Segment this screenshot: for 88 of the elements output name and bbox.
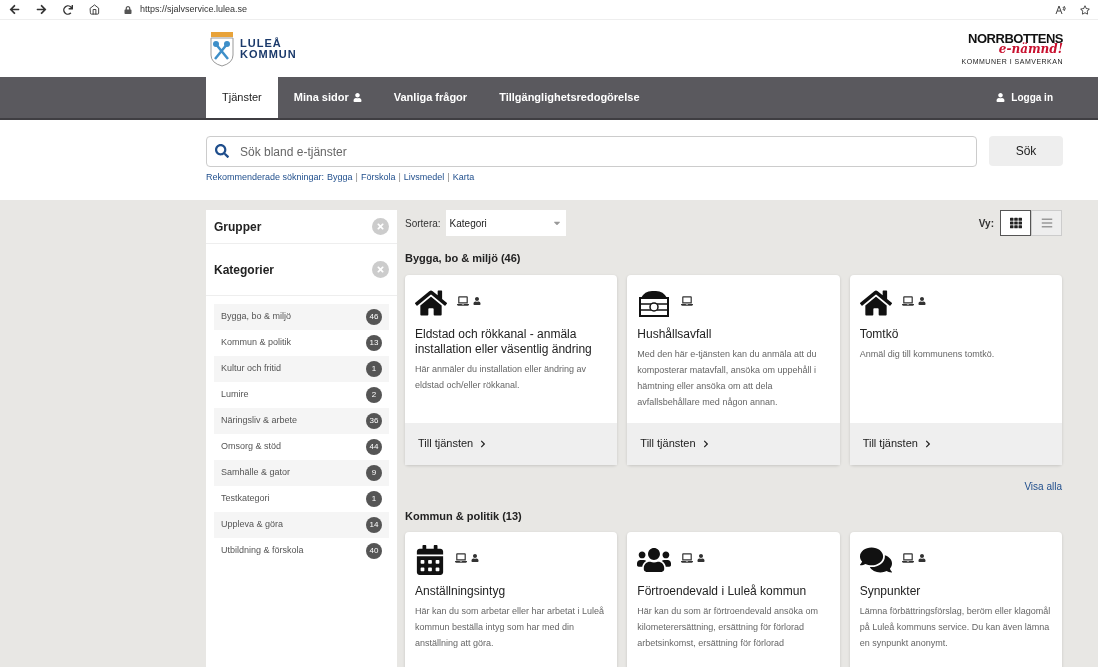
count-badge: 40 [366,543,382,559]
forward-icon[interactable] [36,4,47,15]
card-description: Här kan du som arbetar eller har arbetat i Luleå kommun beställa intyg som har med din anställning att göra. [415,605,606,650]
count-badge: 9 [366,465,382,481]
section-heading: Kommun & politik (13) [405,508,523,524]
count-badge: 44 [366,439,382,455]
card-title: Hushållsavfall [637,326,713,342]
recommended-link[interactable]: Livsmedel [403,171,445,185]
chevron-right-icon [479,439,488,448]
view-toggle[interactable] [1000,210,1031,236]
card-description: Anmäl dig till kommunens tomtkö. [859,347,996,361]
logo-text: LULEÅ [240,37,283,49]
nav-tab[interactable]: Tillgänglighetsredogörelse [483,77,656,118]
partner-logo-subtitle: e-nämnd! [998,43,1063,55]
service-card[interactable]: Synpunkter Lämna förbättringsförslag, beröm eller klagomål på Luleå kommuns service. Du kan även lämna en synpunkt anonymt. [849,532,1062,667]
count-badge: 13 [366,335,382,351]
count-badge: 46 [366,309,382,325]
chevron-right-icon [701,439,710,448]
view-label: Vy: [978,216,994,231]
card-title: Synpunkter [859,584,922,599]
back-icon[interactable] [9,4,20,15]
category-item[interactable]: Testkategori 1 [214,486,389,512]
count-badge: 1 [366,491,382,507]
category-item[interactable]: Näringsliv & arbete 36 [214,408,389,434]
shield-logo-icon [208,30,236,67]
service-card[interactable]: Tomtkö Anmäl dig till kommunens tomtkö. Till tjänsten [849,274,1062,465]
show-all-link[interactable]: Visa alla [1024,478,1062,494]
recommended-link[interactable]: Karta [452,171,475,185]
category-item[interactable]: Kultur och fritid 1 [214,356,389,382]
search-field[interactable]: Sök bland e-tjänster [206,136,977,167]
nav-tab[interactable]: Vanliga frågor [377,77,484,118]
categories-heading: Kategorier [214,261,275,279]
category-item[interactable]: Uppleva & göra 14 [214,512,389,538]
nav-tab[interactable]: Mina sidor [277,77,378,118]
count-badge: 36 [366,413,382,429]
recommended-link[interactable]: Bygga [327,171,353,185]
card-title: Anställningsintyg [415,584,507,599]
card-title: Eldstad och rökkanal - anmäla installation eller väsentlig ändring [415,326,593,357]
calendar-icon [415,545,445,575]
count-badge: 14 [366,517,382,533]
card-description: Med den här e-tjänsten kan du anmäla att du komposterar matavfall, ansöka om uppehåll i hämtning eller ansöka om att dela avfallsbehållare med någon annan. [637,347,818,409]
section-heading: Bygga, bo & miljö (46) [405,251,522,266]
chevron-right-icon [923,439,932,448]
card-link[interactable]: Till tjänsten [418,435,488,452]
nav-tab[interactable]: Tjänster [206,77,278,118]
category-item[interactable]: Samhälle & gator 9 [214,460,389,486]
recommended-link[interactable]: Förskola [360,171,396,185]
service-card[interactable]: Eldstad och rökkanal - anmäla installation eller väsentlig ändring Här anmäler du installation eller ändring av eldstad och/eller rökkanal. Till tjänsten [405,274,618,465]
list-icon [1040,217,1053,229]
card-link[interactable]: Till tjänsten [640,435,710,452]
count-badge: 1 [366,361,382,377]
logo-text: KOMMUN [240,48,297,60]
search-button[interactable]: Sök [989,136,1063,166]
home-icon[interactable] [89,4,100,15]
separator: | [398,171,401,184]
card-link[interactable]: Till tjänsten [862,435,932,452]
separator: | [355,171,358,184]
service-card[interactable]: Förtroendevald i Luleå kommun Här kan du som är förtroendevald ansöka om kilometerersättning, ersättning för förlorad arbetsinkomst, ersättning för förlorad [627,532,840,667]
person-icon [996,93,1006,102]
category-item[interactable]: Kommun & politik 13 [214,330,389,356]
category-item[interactable]: Utbildning & förskola 40 [214,538,389,564]
sort-label: Sortera: [405,216,441,231]
close-icon [376,265,385,274]
card-title: Förtroendevald i Luleå kommun [637,584,808,599]
lock-icon [124,5,132,14]
card-title: Tomtkö [859,326,900,342]
sort-dropdown[interactable]: Kategori [445,210,566,236]
login-link[interactable]: Logga in [996,77,1053,118]
favorite-star-icon[interactable] [1080,4,1090,15]
card-description: Här kan du som är förtroendevald ansöka om kilometerersättning, ersättning för förlorad arbetsinkomst, ersättning för förlorad [637,605,819,650]
count-badge: 2 [366,387,382,403]
search-icon [215,144,229,158]
service-card[interactable]: Anställningsintyg Här kan du som arbetar eller har arbetat i Luleå kommun beställa intyg som har med din anställning att göra. [405,532,618,667]
groups-heading: Grupper [214,218,262,236]
card-description: Här anmäler du installation eller ändring av eldstad och/eller rökkanal. [415,362,588,392]
address-bar-url[interactable]: https://sjalvservice.lulea.se [140,2,248,17]
separator: | [447,171,450,184]
category-item[interactable]: Lumire 2 [214,382,389,408]
waste-bin-icon [637,288,672,317]
card-description: Lämna förbättringsförslag, beröm eller klagomål på Luleå kommuns service. Du kan även lämna en synpunkt anonymt. [859,605,1052,650]
read-aloud-icon[interactable] [1055,4,1066,15]
recommended-label: Rekommenderade sökningar: [206,171,325,184]
category-item[interactable]: Omsorg & stöd 44 [214,434,389,460]
category-item[interactable]: Bygga, bo & miljö 46 [214,304,389,330]
close-icon [376,222,385,231]
reload-icon[interactable] [63,4,73,15]
grid-icon [1009,217,1022,229]
service-card[interactable]: Hushållsavfall Med den här e-tjänsten kan du anmäla att du komposterar matavfall, ansöka om uppehåll i hämtning eller ansöka om att dela avfallsbehållare med någon annan. Till tjänsten [627,274,840,465]
